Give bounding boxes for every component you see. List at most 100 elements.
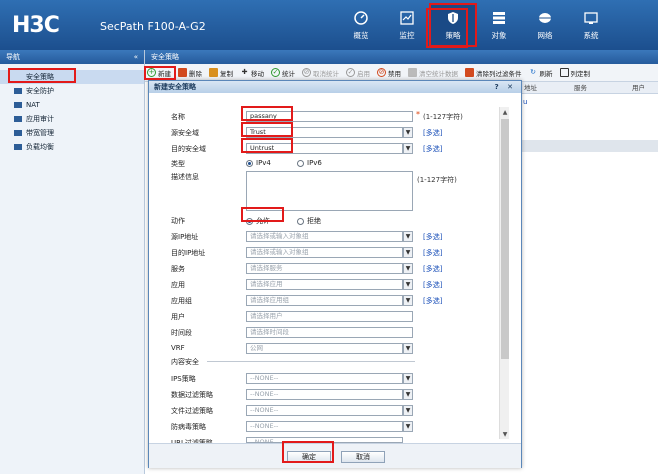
sidebar-item-audit[interactable]: 应用审计 (0, 112, 144, 126)
move-button[interactable]: ✚ 移动 (240, 68, 264, 78)
desc-label: 描述信息 (171, 173, 199, 181)
src-ip-multi-link[interactable]: [多选] (423, 232, 442, 242)
cancel-stats-icon: ⊘ (302, 68, 311, 77)
antivirus-select[interactable]: --NONE-- (246, 421, 403, 432)
type-ipv4-radio[interactable]: IPv4 (246, 159, 271, 167)
chevron-down-icon[interactable]: ▼ (403, 405, 413, 416)
refresh-button[interactable]: ↻ 刷新 (529, 68, 552, 78)
sidebar-item-label: 带宽管理 (26, 129, 54, 137)
data-filter-select[interactable]: --NONE-- (246, 389, 403, 400)
cancel-button[interactable]: 取消 (341, 451, 385, 463)
table-row[interactable] (520, 140, 658, 152)
nav-network-label: 网络 (537, 31, 553, 40)
sidebar-item-protection[interactable]: 安全防护 (0, 84, 144, 98)
nav-overview[interactable]: 概览 (338, 4, 384, 46)
dst-zone-multi-link[interactable]: [多选] (423, 144, 442, 154)
vrf-label: VRF (171, 344, 185, 352)
refresh-icon: ↻ (530, 68, 536, 76)
delete-icon (178, 68, 187, 77)
dst-ip-multi-link[interactable]: [多选] (423, 248, 442, 258)
radio-checked-icon (246, 159, 253, 167)
sidebar: 导航 « 安全策略 安全防护 NAT 应用审计 带宽管理 负载均衡 (0, 50, 145, 474)
columns-button[interactable]: 列定制 (559, 68, 590, 78)
sidebar-item-bandwidth[interactable]: 带宽管理 (0, 126, 144, 140)
nav-object-label: 对象 (491, 31, 507, 40)
user-label: 用户 (171, 313, 185, 321)
app-multi-link[interactable]: [多选] (423, 280, 442, 290)
chevron-down-icon[interactable]: ▼ (403, 263, 413, 274)
action-deny-radio[interactable]: 拒绝 (297, 216, 321, 226)
disable-button[interactable]: ⊘ 禁用 (377, 68, 401, 78)
chevron-down-icon[interactable]: ▼ (403, 421, 413, 432)
dst-ip-select[interactable]: 请选择或输入对象组 (246, 247, 403, 258)
user-select[interactable]: 请选择用户 (246, 311, 413, 322)
clear-stats-button[interactable]: 清空统计数据 (408, 68, 458, 78)
chevron-down-icon[interactable]: ▼ (403, 343, 413, 354)
chevron-down-icon[interactable]: ▼ (403, 279, 413, 290)
ips-label: IPS策略 (171, 375, 196, 383)
clear-filter-button[interactable]: 清除列过滤条件 (465, 68, 522, 78)
section-divider (207, 361, 415, 362)
service-multi-link[interactable]: [多选] (423, 264, 442, 274)
name-label: 名称 (171, 113, 185, 121)
column-address[interactable]: 地址 (520, 82, 570, 93)
sidebar-item-nat[interactable]: NAT (0, 98, 144, 112)
file-filter-select[interactable]: --NONE-- (246, 405, 403, 416)
scroll-down-icon[interactable]: ▼ (500, 429, 510, 439)
scroll-thumb[interactable] (501, 119, 509, 359)
sidebar-header: 导航 « (0, 50, 144, 64)
policy-form: 名称 passany * (1-127字符) 源安全域 Trust ▼ [多选]… (149, 93, 509, 447)
highlight-permit-radio (241, 207, 284, 222)
enable-button[interactable]: ✓ 启用 (346, 68, 370, 78)
src-zone-multi-link[interactable]: [多选] (423, 128, 442, 138)
move-icon: ✚ (241, 68, 248, 76)
vrf-select[interactable]: 公网 (246, 343, 403, 354)
chevron-down-icon[interactable]: ▼ (403, 231, 413, 242)
columns-icon (559, 68, 569, 77)
folder-icon (14, 144, 22, 150)
nav-network[interactable]: 网络 (522, 4, 568, 46)
highlight-name-field (241, 106, 293, 121)
scroll-up-icon[interactable]: ▲ (500, 107, 510, 117)
dialog-scrollbar[interactable]: ▲ ▼ (499, 107, 509, 439)
sidebar-item-loadbalance[interactable]: 负载均衡 (0, 140, 144, 154)
cancel-stats-button[interactable]: ⊘ 取消统计 (302, 68, 339, 78)
nav-system-label: 系统 (583, 31, 599, 40)
service-select[interactable]: 请选择服务 (246, 263, 403, 274)
nav-system[interactable]: 系统 (568, 4, 614, 46)
src-ip-select[interactable]: 请选择或输入对象组 (246, 231, 403, 242)
type-ipv6-radio[interactable]: IPv6 (297, 159, 322, 167)
time-select[interactable]: 请选择时间段 (246, 327, 413, 338)
collapse-icon[interactable]: « (134, 53, 138, 61)
ips-select[interactable]: --NONE-- (246, 373, 403, 384)
highlight-ok-button (282, 441, 334, 463)
appgroup-multi-link[interactable]: [多选] (423, 296, 442, 306)
content-security-legend: 内容安全 (171, 358, 199, 366)
folder-icon (14, 102, 22, 108)
service-label: 服务 (171, 265, 185, 273)
desc-textarea[interactable] (246, 171, 413, 211)
type-label: 类型 (171, 160, 185, 168)
stats-button[interactable]: ✓ 统计 (271, 68, 295, 78)
column-service[interactable]: 服务 (570, 82, 628, 93)
highlight-src-zone (241, 122, 293, 137)
app-label: 应用 (171, 281, 185, 289)
column-user[interactable]: 用户 (628, 82, 645, 93)
chevron-down-icon[interactable]: ▼ (403, 389, 413, 400)
appgroup-label: 应用组 (171, 297, 192, 305)
chevron-down-icon[interactable]: ▼ (403, 295, 413, 306)
highlight-policy-tab (426, 8, 468, 48)
nav-monitor[interactable]: 监控 (384, 4, 430, 46)
chevron-down-icon[interactable]: ▼ (403, 127, 413, 138)
highlight-dst-zone (241, 138, 293, 153)
chevron-down-icon[interactable]: ▼ (403, 373, 413, 384)
delete-button[interactable]: 删除 (178, 68, 202, 78)
chevron-down-icon[interactable]: ▼ (403, 143, 413, 154)
chevron-down-icon[interactable]: ▼ (403, 247, 413, 258)
copy-icon (209, 68, 218, 77)
nav-object[interactable]: 对象 (476, 4, 522, 46)
app-select[interactable]: 请选择应用 (246, 279, 403, 290)
dialog-controls[interactable]: ? ✕ (495, 83, 516, 91)
copy-button[interactable]: 复制 (209, 68, 233, 78)
appgroup-select[interactable]: 请选择应用组 (246, 295, 403, 306)
